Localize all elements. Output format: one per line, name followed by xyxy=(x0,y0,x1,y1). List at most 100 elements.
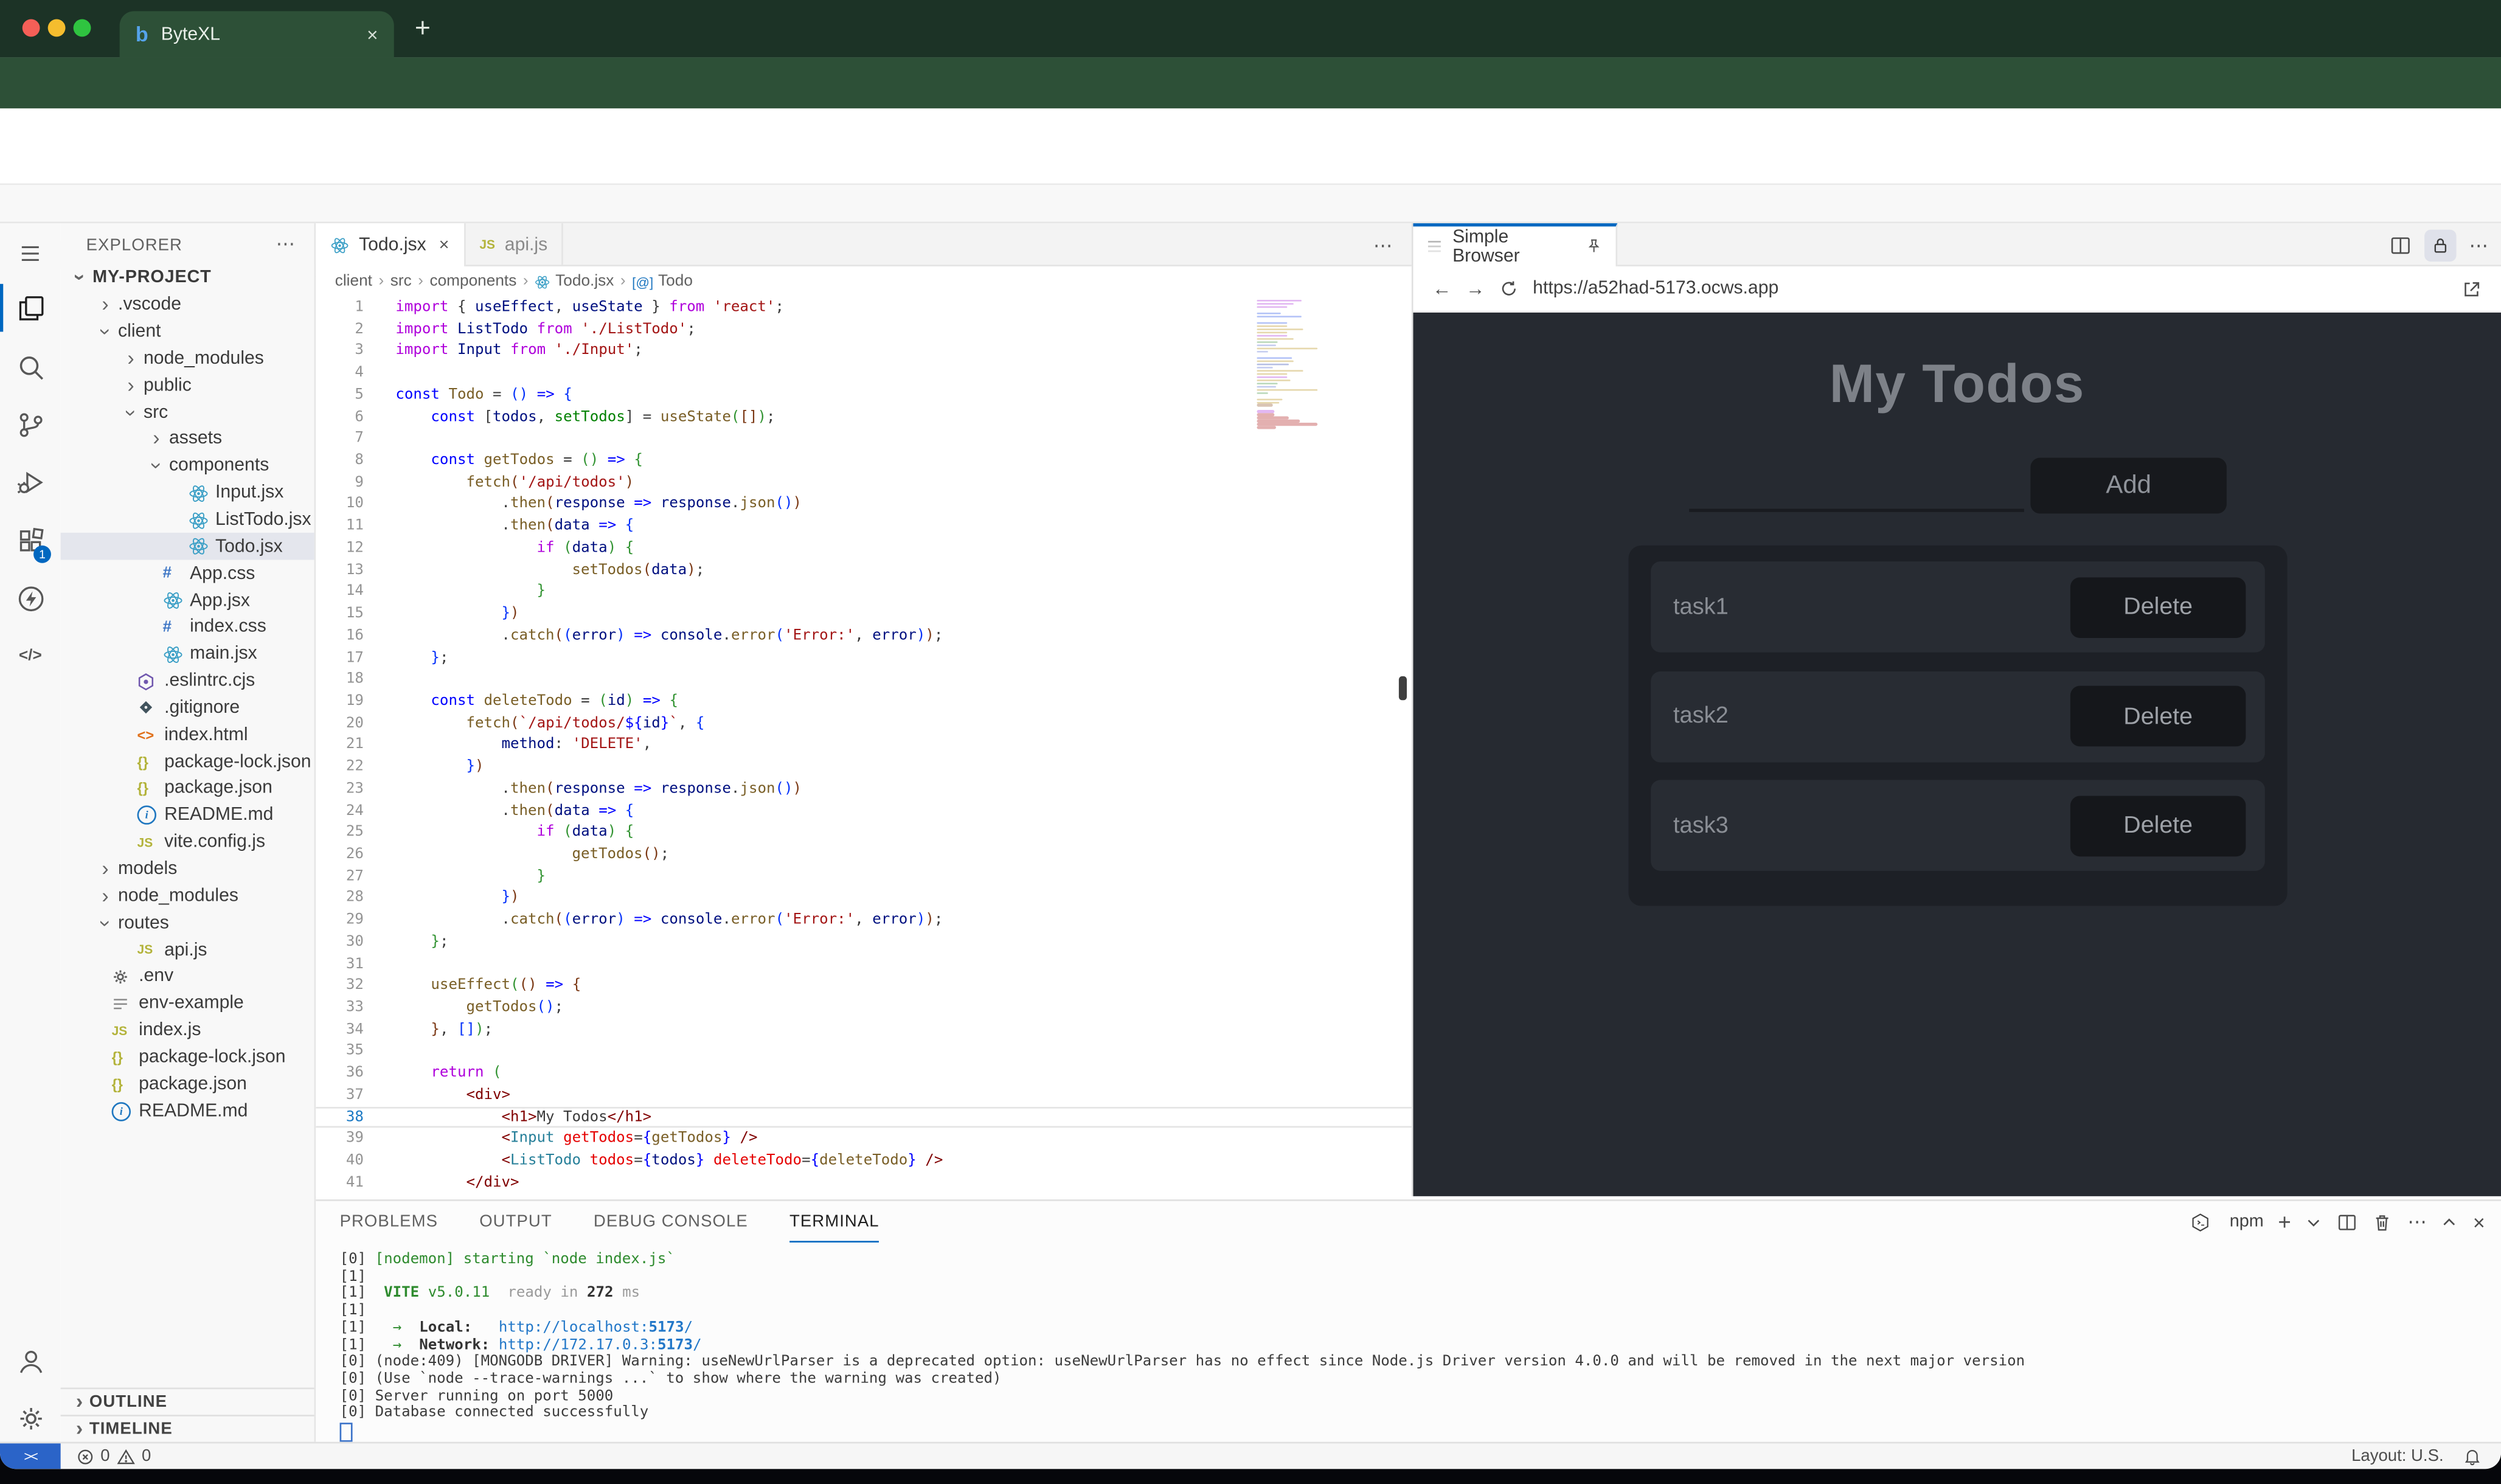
html-icon: <> xyxy=(137,727,161,743)
tree-item-node-modules[interactable]: ›node_modules xyxy=(61,345,314,372)
explorer-icon[interactable] xyxy=(13,290,48,325)
more-actions-icon[interactable]: ⋯ xyxy=(2469,235,2488,257)
close-tab-icon[interactable]: × xyxy=(439,235,449,254)
split-terminal-icon[interactable] xyxy=(2337,1212,2358,1232)
tab-simple-browser[interactable]: Simple Browser xyxy=(1413,223,1617,266)
tree-item-input-jsx[interactable]: Input.jsx xyxy=(61,480,314,507)
kill-terminal-icon[interactable] xyxy=(2373,1212,2393,1232)
tree-item-main-jsx[interactable]: main.jsx xyxy=(61,641,314,668)
breadcrumb-item[interactable]: client xyxy=(335,272,372,290)
search-icon[interactable] xyxy=(13,349,48,384)
add-todo-button[interactable]: Add xyxy=(2030,458,2227,514)
todo-text-input[interactable] xyxy=(1689,509,2024,512)
tree-item-todo-jsx[interactable]: Todo.jsx xyxy=(61,533,314,560)
tree-item-models[interactable]: ›models xyxy=(61,856,314,882)
tree-item--gitignore[interactable]: .gitignore xyxy=(61,695,314,721)
panel-more-icon[interactable]: ⋯ xyxy=(2407,1210,2426,1233)
tab-api-js[interactable]: JS api.js xyxy=(465,223,564,266)
tree-item-app-jsx[interactable]: App.jsx xyxy=(61,587,314,614)
delete-todo-button[interactable]: Delete xyxy=(2070,795,2246,856)
todo-item-label: task1 xyxy=(1673,561,1729,652)
tree-item-components[interactable]: ›components xyxy=(61,453,314,480)
breadcrumb-item[interactable]: components xyxy=(429,272,516,290)
tree-item-listtodo-jsx[interactable]: ListTodo.jsx xyxy=(61,507,314,533)
preview-back-icon[interactable]: ← xyxy=(1432,277,1451,300)
close-panel-icon[interactable]: × xyxy=(2473,1210,2485,1233)
tab-todo-jsx[interactable]: Todo.jsx× xyxy=(316,223,465,266)
remote-indicator[interactable]: >< xyxy=(0,1443,61,1469)
tree-item-package-json[interactable]: {}package.json xyxy=(61,775,314,802)
panel-tab-output[interactable]: OUTPUT xyxy=(479,1201,552,1243)
tree-item-app-css[interactable]: #App.css xyxy=(61,560,314,587)
tree-item-index-css[interactable]: #index.css xyxy=(61,614,314,641)
tree-item-vite-config-js[interactable]: JSvite.config.js xyxy=(61,829,314,856)
split-editor-icon[interactable] xyxy=(2389,235,2412,257)
terminal-dropdown-icon[interactable] xyxy=(2306,1213,2323,1230)
run-debug-icon[interactable] xyxy=(13,464,48,499)
window-zoom-button[interactable] xyxy=(74,19,91,36)
editor-splitter-handle[interactable] xyxy=(1399,676,1407,700)
editor-actions-icon[interactable]: ⋯ xyxy=(1373,235,1392,257)
tree-item-package-lock-json[interactable]: {}package-lock.json xyxy=(61,748,314,775)
terminal-shell-label[interactable]: npm xyxy=(2230,1212,2264,1231)
preview-reload-icon[interactable] xyxy=(1499,279,1518,298)
lock-icon[interactable] xyxy=(2424,230,2456,262)
tree-item-public[interactable]: ›public xyxy=(61,372,314,399)
pin-icon[interactable] xyxy=(1586,238,1603,255)
notifications-bell-icon[interactable] xyxy=(2463,1447,2482,1466)
delete-todo-button[interactable]: Delete xyxy=(2070,577,2246,637)
tree-item--vscode[interactable]: ›.vscode xyxy=(61,291,314,318)
tree-item-routes[interactable]: ›routes xyxy=(61,909,314,936)
code-editor[interactable]: 1234567891011121314151617181920212223242… xyxy=(316,297,1412,1196)
tree-item-my-project[interactable]: ›MY-PROJECT xyxy=(61,265,314,291)
problems-status[interactable]: 0 0 xyxy=(77,1443,151,1469)
preview-url[interactable]: https://a52had-5173.ocws.app xyxy=(1533,279,2447,298)
tree-item-package-lock-json[interactable]: {}package-lock.json xyxy=(61,1044,314,1070)
tree-item-node-modules[interactable]: ›node_modules xyxy=(61,882,314,909)
account-icon[interactable] xyxy=(13,1343,48,1378)
tab-close-icon[interactable]: × xyxy=(367,23,378,46)
breadcrumb[interactable]: client›src›components›Todo.jsx›[@]Todo xyxy=(316,266,1412,297)
menu-icon[interactable] xyxy=(13,236,48,271)
preview-forward-icon[interactable]: → xyxy=(1466,277,1485,300)
code-view-icon[interactable]: </> xyxy=(13,638,48,673)
new-tab-button[interactable]: + xyxy=(415,13,431,44)
open-external-icon[interactable] xyxy=(2461,279,2482,299)
breadcrumb-item[interactable]: [@]Todo xyxy=(632,272,693,290)
settings-gear-icon[interactable] xyxy=(13,1401,48,1436)
panel-tab-terminal[interactable]: TERMINAL xyxy=(789,1201,879,1243)
browser-tab[interactable]: b ByteXL × xyxy=(120,11,394,57)
delete-todo-button[interactable]: Delete xyxy=(2070,686,2246,747)
timeline-section[interactable]: ›TIMELINE xyxy=(61,1415,314,1442)
tree-item-api-js[interactable]: JSapi.js xyxy=(61,937,314,963)
lightning-icon[interactable] xyxy=(13,581,48,616)
status-bar: >< 0 0 Layout: U.S. xyxy=(0,1442,2501,1469)
tree-item-env-example[interactable]: env-example xyxy=(61,990,314,1017)
breadcrumb-item[interactable]: src xyxy=(390,272,412,290)
json-icon: {} xyxy=(137,781,161,797)
source-control-icon[interactable] xyxy=(13,407,48,442)
window-close-button[interactable] xyxy=(23,19,40,36)
terminal-output[interactable]: [0] [nodemon] starting `node index.js`[1… xyxy=(340,1252,2025,1440)
tree-item--eslintrc-cjs[interactable]: .eslintrc.cjs xyxy=(61,668,314,695)
tree-item-src[interactable]: ›src xyxy=(61,399,314,426)
new-terminal-icon[interactable]: + xyxy=(2278,1209,2291,1235)
tree-item--env[interactable]: .env xyxy=(61,963,314,990)
panel-tab-problems[interactable]: PROBLEMS xyxy=(340,1201,438,1243)
panel-tab-debug-console[interactable]: DEBUG CONSOLE xyxy=(594,1201,748,1243)
warning-icon xyxy=(116,1448,135,1465)
tree-item-package-json[interactable]: {}package.json xyxy=(61,1070,314,1097)
tree-item-readme-md[interactable]: iREADME.md xyxy=(61,802,314,829)
maximize-panel-icon[interactable] xyxy=(2441,1213,2458,1230)
tree-item-index-html[interactable]: <>index.html xyxy=(61,721,314,748)
tree-item-index-js[interactable]: JSindex.js xyxy=(61,1017,314,1044)
tree-item-client[interactable]: ›client xyxy=(61,319,314,345)
explorer-actions-icon[interactable]: ⋯ xyxy=(276,233,295,255)
tree-item-assets[interactable]: ›assets xyxy=(61,426,314,452)
outline-section[interactable]: ›OUTLINE xyxy=(61,1388,314,1415)
breadcrumb-item[interactable]: Todo.jsx xyxy=(535,272,614,290)
tree-item-readme-md[interactable]: iREADME.md xyxy=(61,1098,314,1125)
keyboard-layout[interactable]: Layout: U.S. xyxy=(2351,1447,2444,1466)
window-minimize-button[interactable] xyxy=(48,19,66,36)
minimap[interactable] xyxy=(1257,300,1327,429)
